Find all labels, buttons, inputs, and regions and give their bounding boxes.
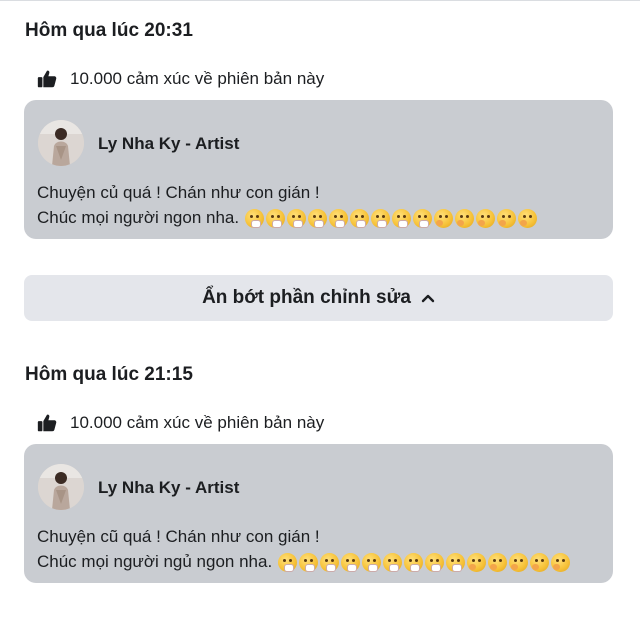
thinking-face-emoji-icon: [518, 209, 538, 229]
hand-over-mouth-emoji-icon: [266, 209, 286, 229]
post-preview-card: Ly Nha Ky - Artist Chuyện cũ quá ! Chán …: [24, 444, 613, 583]
thinking-face-emoji-icon: [476, 209, 496, 229]
thinking-face-emoji-icon: [434, 209, 454, 229]
post-message: Chuyện cũ quá ! Chán như con gián ! Chúc…: [37, 524, 572, 574]
thinking-face-emoji-icon: [551, 553, 571, 573]
avatar-image: [38, 464, 84, 510]
hand-over-mouth-emoji-icon: [404, 553, 424, 573]
avatar[interactable]: [38, 120, 84, 166]
hand-over-mouth-emoji-icon: [371, 209, 391, 229]
author-name[interactable]: Ly Nha Ky - Artist: [98, 134, 239, 154]
message-line-1: Chuyện củ quá ! Chán như con gián !: [37, 183, 320, 202]
hand-over-mouth-emoji-icon: [446, 553, 466, 573]
thinking-face-emoji-icon: [488, 553, 508, 573]
thinking-face-emoji-icon: [497, 209, 517, 229]
hand-over-mouth-emoji-icon: [320, 553, 340, 573]
hand-over-mouth-emoji-icon: [308, 209, 328, 229]
reaction-count-text: 10.000 cảm xúc về phiên bản này: [70, 69, 325, 88]
hand-over-mouth-emoji-icon: [362, 553, 382, 573]
hand-over-mouth-emoji-icon: [392, 209, 412, 229]
hand-over-mouth-emoji-icon: [413, 209, 433, 229]
hand-over-mouth-emoji-icon: [350, 209, 370, 229]
message-line-2: Chúc mọi người ngủ ngon nha.: [37, 552, 273, 571]
hide-edits-label: Ẩn bớt phần chỉnh sửa: [202, 287, 411, 308]
reaction-summary[interactable]: 10.000 cảm xúc về phiên bản này: [36, 412, 324, 434]
post-message: Chuyện củ quá ! Chán như con gián ! Chúc…: [37, 180, 539, 230]
hide-edits-button[interactable]: Ẩn bớt phần chỉnh sửa: [24, 275, 613, 321]
reaction-count-text: 10.000 cảm xúc về phiên bản này: [70, 413, 325, 432]
thumbs-up-icon: [37, 414, 57, 432]
chevron-up-icon: [421, 294, 435, 303]
thinking-face-emoji-icon: [509, 553, 529, 573]
revision-timestamp: Hôm qua lúc 20:31: [25, 20, 193, 41]
thinking-face-emoji-icon: [455, 209, 475, 229]
thinking-face-emoji-icon: [530, 553, 550, 573]
post-preview-card: Ly Nha Ky - Artist Chuyện củ quá ! Chán …: [24, 100, 613, 239]
hand-over-mouth-emoji-icon: [299, 553, 319, 573]
hand-over-mouth-emoji-icon: [278, 553, 298, 573]
author-name[interactable]: Ly Nha Ky - Artist: [98, 478, 239, 498]
hand-over-mouth-emoji-icon: [329, 209, 349, 229]
reaction-summary[interactable]: 10.000 cảm xúc về phiên bản này: [36, 68, 324, 90]
avatar-image: [38, 120, 84, 166]
hand-over-mouth-emoji-icon: [245, 209, 265, 229]
message-line-2: Chúc mọi người ngon nha.: [37, 208, 240, 227]
thinking-face-emoji-icon: [467, 553, 487, 573]
hand-over-mouth-emoji-icon: [383, 553, 403, 573]
hand-over-mouth-emoji-icon: [287, 209, 307, 229]
revision-timestamp: Hôm qua lúc 21:15: [25, 364, 193, 385]
emoji-row: [278, 553, 572, 573]
hand-over-mouth-emoji-icon: [425, 553, 445, 573]
top-divider: [0, 0, 640, 1]
message-line-1: Chuyện cũ quá ! Chán như con gián !: [37, 527, 320, 546]
emoji-row: [245, 209, 539, 229]
hand-over-mouth-emoji-icon: [341, 553, 361, 573]
avatar[interactable]: [38, 464, 84, 510]
thumbs-up-icon: [37, 70, 57, 88]
